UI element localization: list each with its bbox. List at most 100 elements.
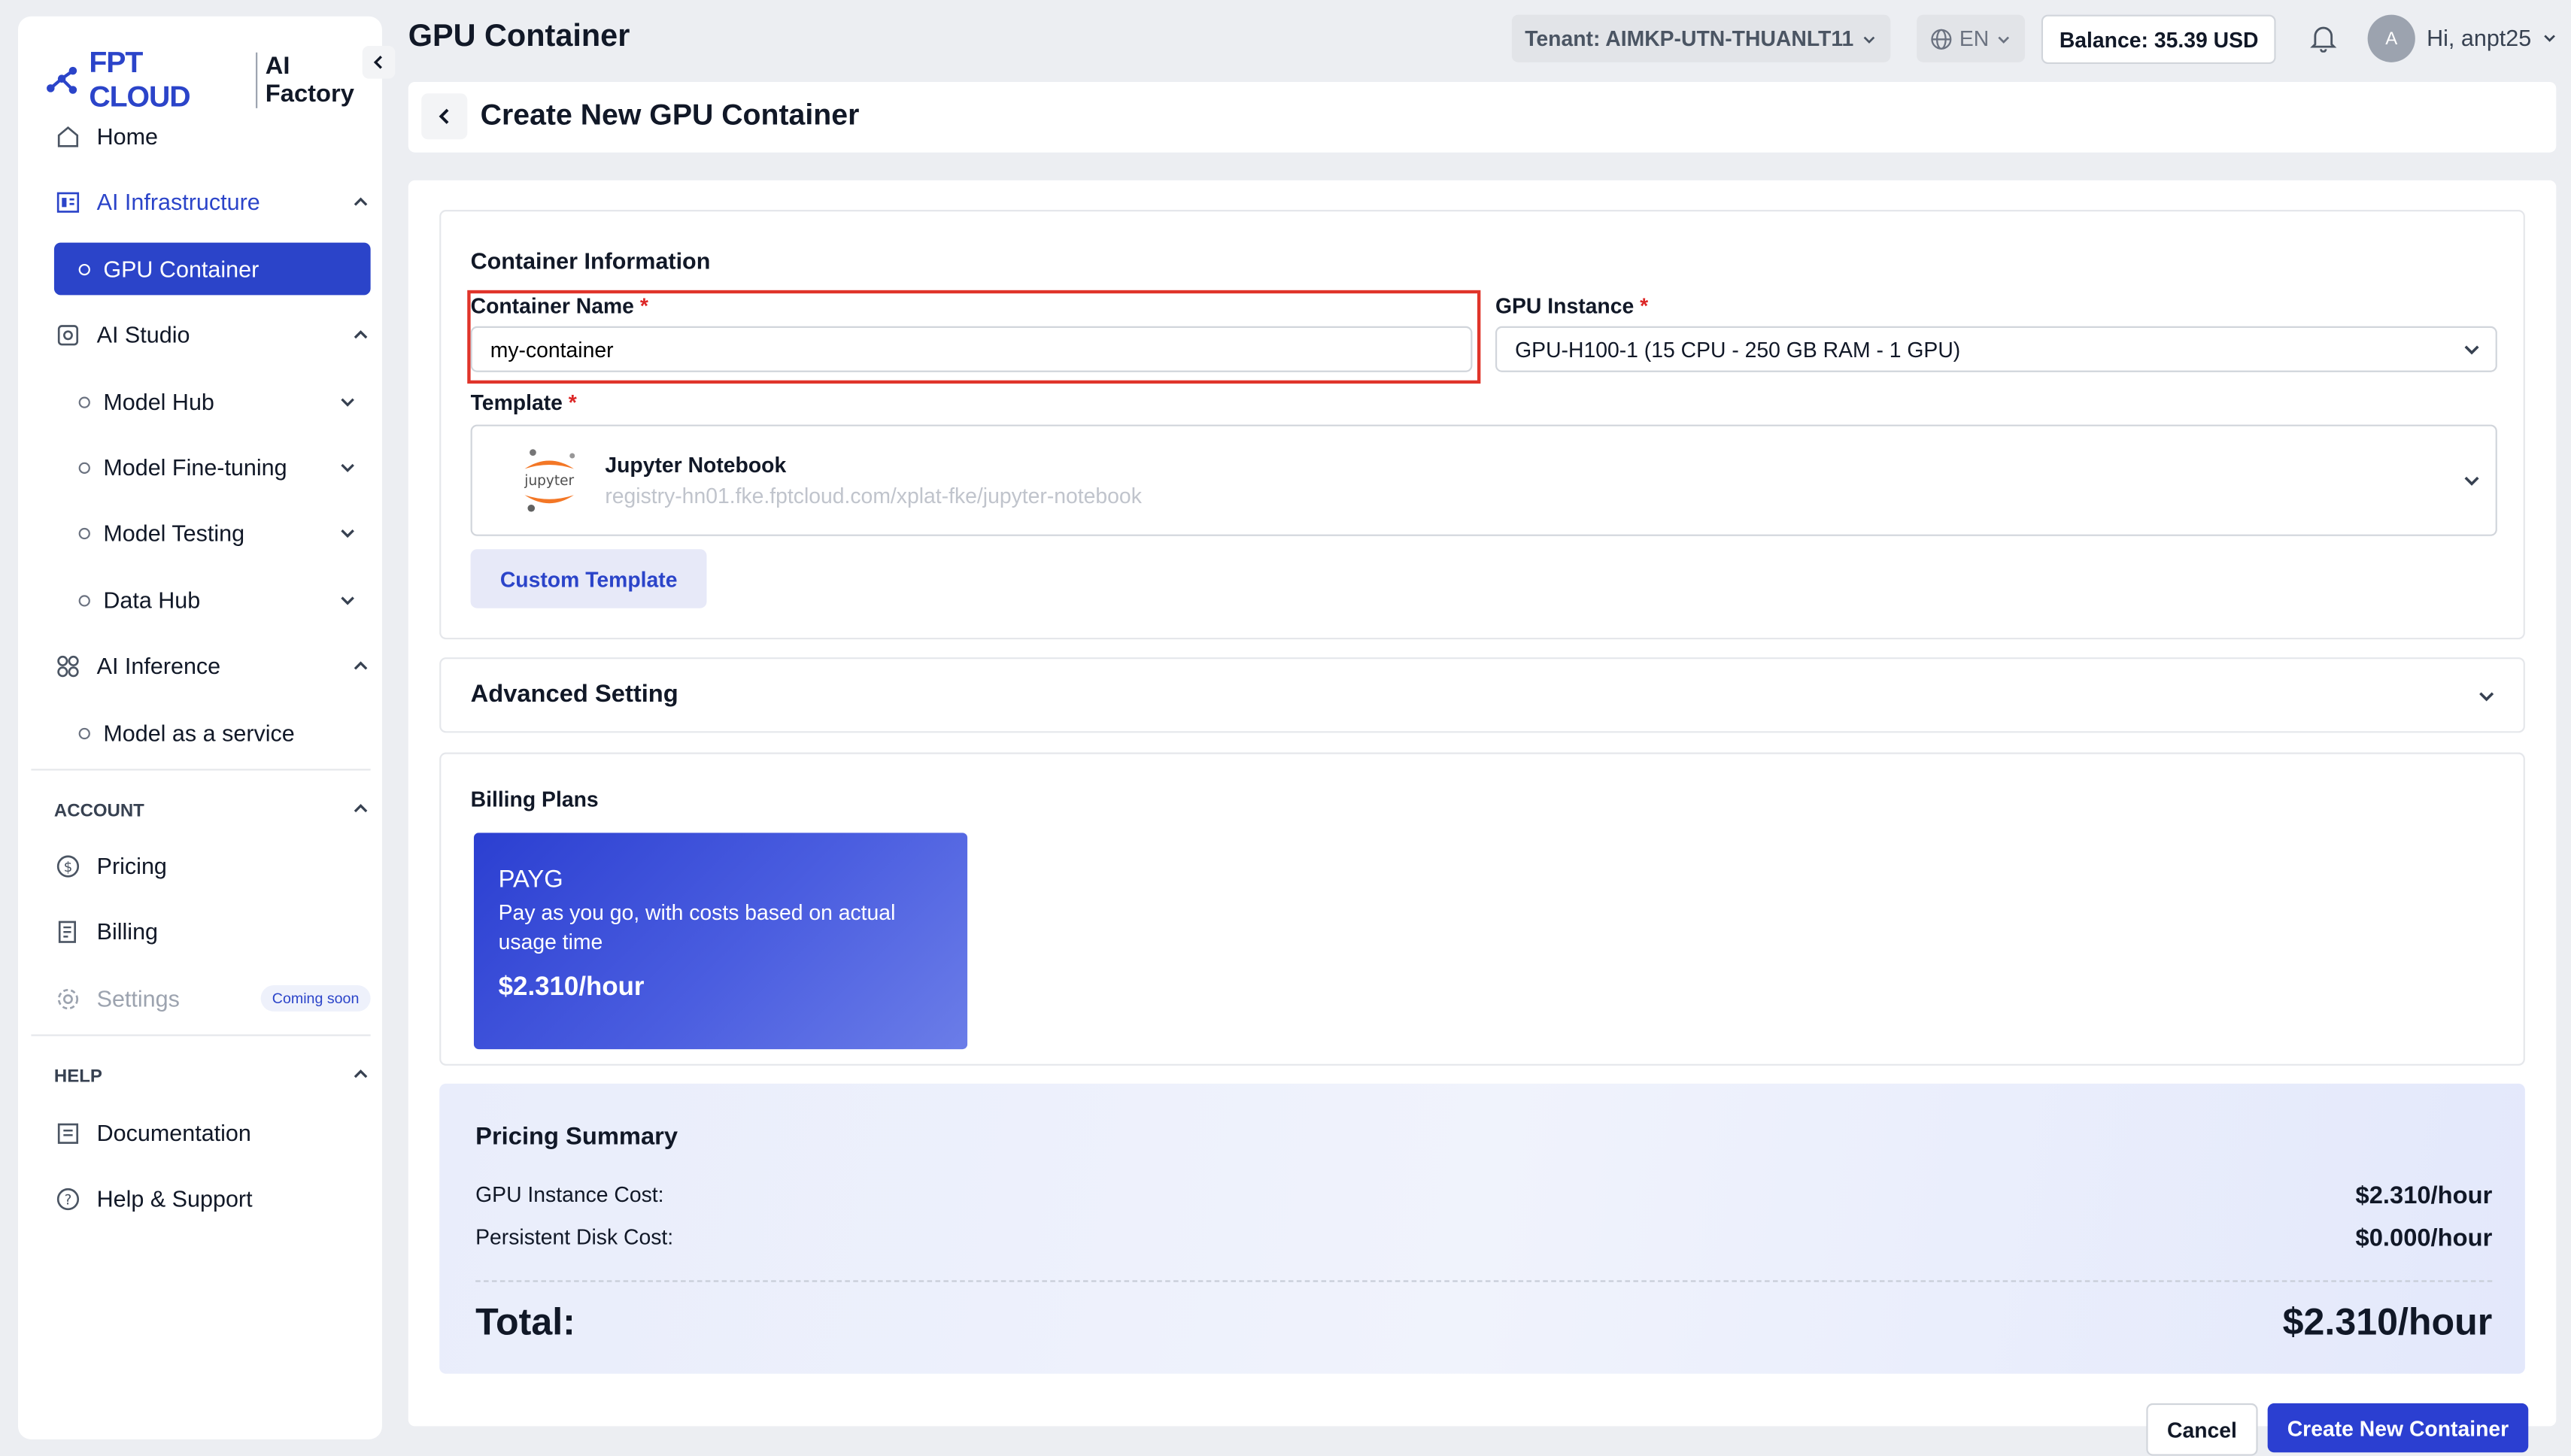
total-label: Total: <box>475 1300 575 1343</box>
home-icon <box>54 123 80 149</box>
fpt-logo-icon <box>47 66 77 94</box>
label-text: Container Name <box>470 293 634 318</box>
coming-soon-badge: Coming soon <box>260 985 371 1012</box>
chevron-down-icon <box>341 529 354 538</box>
jupyter-logo-icon: jupyter <box>524 449 575 512</box>
sidebar-item-gpu-container[interactable]: GPU Container <box>53 242 371 296</box>
divider <box>475 1280 2493 1282</box>
sidebar-item-label: Billing <box>96 918 159 945</box>
balance-display[interactable]: Balance: 35.39 USD <box>2041 14 2277 65</box>
sidebar-item-label: Help & Support <box>96 1185 253 1212</box>
svg-text:jupyter: jupyter <box>524 473 574 489</box>
disk-cost-label: Persistent Disk Cost: <box>475 1224 674 1250</box>
chevron-down-icon <box>2543 35 2555 42</box>
help-icon: ? <box>54 1185 80 1212</box>
container-name-input[interactable] <box>470 326 1473 372</box>
billing-icon <box>54 918 80 945</box>
collapse-sidebar-button[interactable] <box>362 46 396 79</box>
logo[interactable]: FPT CLOUD AI Factory <box>44 46 382 115</box>
app-title: GPU Container <box>408 20 630 54</box>
chevron-up-icon <box>354 330 368 339</box>
page-title: Create New GPU Container <box>480 98 860 132</box>
gpu-cost-row: GPU Instance Cost: $2.310/hour <box>475 1181 2493 1210</box>
chevron-down-icon <box>1998 35 2010 43</box>
cancel-button[interactable]: Cancel <box>2146 1403 2258 1456</box>
chevron-down-icon <box>1862 35 1874 43</box>
tenant-selector[interactable]: Tenant: AIMKP-UTN-THUANLT11 <box>1511 14 1890 62</box>
chevron-down-icon <box>341 463 354 472</box>
svg-text:?: ? <box>63 1192 71 1208</box>
chevron-up-icon <box>354 804 368 813</box>
user-menu[interactable]: Hi, anpt25 <box>2427 25 2557 51</box>
pricing-summary: Pricing Summary GPU Instance Cost: $2.31… <box>439 1083 2525 1374</box>
billing-plans-card: Billing Plans PAYG Pay as you go, with c… <box>439 752 2525 1066</box>
bell-icon <box>2310 26 2337 53</box>
sidebar-item-ai-infrastructure[interactable]: AI Infrastructure <box>54 175 371 228</box>
gpu-instance-label: GPU Instance * <box>1495 293 1648 318</box>
gpu-cost-value: $2.310/hour <box>2355 1181 2493 1210</box>
sidebar-item-label: AI Inference <box>96 652 221 679</box>
sidebar-item-ai-studio[interactable]: AI Studio <box>54 308 371 361</box>
sidebar-item-model-testing[interactable]: Model Testing <box>54 507 371 560</box>
create-container-button[interactable]: Create New Container <box>2267 1403 2529 1453</box>
chevron-up-icon <box>354 1069 368 1078</box>
inference-icon <box>54 653 80 679</box>
sidebar-item-data-hub[interactable]: Data Hub <box>54 574 371 626</box>
bullet-icon <box>78 262 90 275</box>
sidebar-item-label: GPU Container <box>103 256 260 282</box>
gpu-cost-label: GPU Instance Cost: <box>475 1181 664 1207</box>
sidebar-item-help-support[interactable]: ? Help & Support <box>54 1172 371 1225</box>
sidebar-item-settings: Settings Coming soon <box>54 972 371 1025</box>
studio-icon <box>54 321 80 347</box>
sidebar-item-label: Model Fine-tuning <box>103 453 287 481</box>
infrastructure-icon <box>54 189 80 215</box>
gpu-instance-value: GPU-H100-1 (15 CPU - 250 GB RAM - 1 GPU) <box>1515 336 1961 362</box>
language-selector[interactable]: EN <box>1917 14 2026 62</box>
chevron-down-icon <box>341 398 354 407</box>
sidebar-item-ai-inference[interactable]: AI Inference <box>54 639 371 692</box>
plan-name: PAYG <box>498 865 563 893</box>
sidebar-item-label: Home <box>96 123 159 150</box>
template-select[interactable]: jupyter Jupyter Notebook registry-hn01.f… <box>470 424 2497 536</box>
language-label: EN <box>1959 26 1990 51</box>
avatar[interactable]: A <box>2367 14 2415 62</box>
sidebar-item-label: Settings <box>96 985 180 1012</box>
sidebar-item-label: Model as a service <box>103 719 295 746</box>
sidebar-item-documentation[interactable]: Documentation <box>54 1106 371 1159</box>
bullet-icon <box>78 396 90 408</box>
main-content: Container Information Container Name * G… <box>408 180 2557 1456</box>
chevron-down-icon <box>2479 692 2494 702</box>
gpu-instance-select[interactable]: GPU-H100-1 (15 CPU - 250 GB RAM - 1 GPU) <box>1495 326 2497 372</box>
sidebar-item-model-hub[interactable]: Model Hub <box>54 375 371 428</box>
sidebar-item-billing[interactable]: Billing <box>54 905 371 957</box>
brand-name: FPT CLOUD <box>89 46 190 114</box>
container-information-card: Container Information Container Name * G… <box>439 210 2525 640</box>
disk-cost-value: $0.000/hour <box>2355 1224 2493 1253</box>
label-text: GPU Instance <box>1495 293 1635 318</box>
template-url: registry-hn01.fke.fptcloud.com/xplat-fke… <box>605 484 1142 508</box>
disk-cost-row: Persistent Disk Cost: $0.000/hour <box>475 1224 2493 1253</box>
sidebar-item-label: AI Studio <box>96 321 190 348</box>
gear-icon <box>54 985 80 1012</box>
sidebar-item-label: Documentation <box>96 1119 251 1146</box>
sidebar-item-model-as-a-service[interactable]: Model as a service <box>54 706 371 759</box>
container-name-label: Container Name * <box>471 293 648 318</box>
help-section-title[interactable]: HELP <box>54 1067 371 1087</box>
plan-card-payg[interactable]: PAYG Pay as you go, with costs based on … <box>473 833 968 1050</box>
custom-template-button[interactable]: Custom Template <box>470 549 707 608</box>
back-button[interactable] <box>421 93 468 140</box>
notification-button[interactable] <box>2308 23 2338 61</box>
required-mark: * <box>1640 293 1649 318</box>
sidebar-item-home[interactable]: Home <box>54 110 371 162</box>
advanced-setting-card[interactable]: Advanced Setting <box>439 657 2525 733</box>
sidebar-item-pricing[interactable]: $ Pricing <box>54 839 371 892</box>
account-section-title[interactable]: ACCOUNT <box>54 802 371 821</box>
chevron-down-icon <box>341 596 354 605</box>
chevron-up-icon <box>354 197 368 206</box>
label-text: Template <box>470 390 563 415</box>
section-label: ACCOUNT <box>53 801 144 822</box>
dollar-icon: $ <box>54 852 80 878</box>
sidebar-item-label: AI Infrastructure <box>96 188 260 215</box>
card-title: Container Information <box>470 247 711 275</box>
sidebar-item-model-fine-tuning[interactable]: Model Fine-tuning <box>54 441 371 493</box>
